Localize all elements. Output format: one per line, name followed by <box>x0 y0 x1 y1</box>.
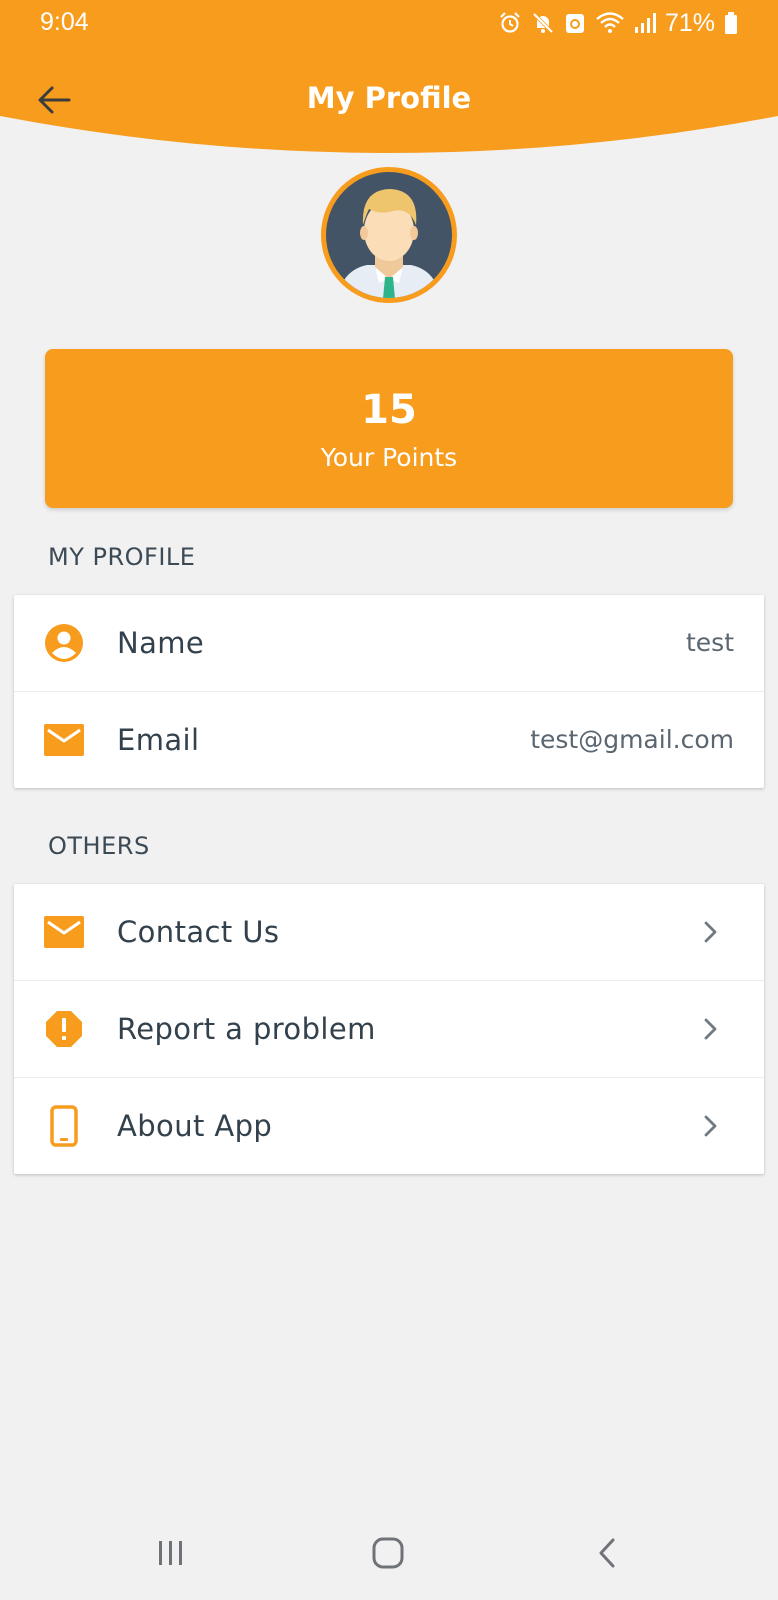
row-label: Name <box>117 626 205 660</box>
row-label: About App <box>117 1109 273 1143</box>
status-icons: 71% <box>498 8 738 38</box>
chevron-right-icon <box>704 1115 717 1137</box>
others-row-report-problem[interactable]: Report a problem <box>14 981 764 1078</box>
recent-apps-icon <box>159 1541 182 1565</box>
profile-row-email[interactable]: Email test@gmail.com <box>14 692 764 788</box>
points-value: 15 <box>361 387 417 433</box>
home-button[interactable] <box>358 1528 418 1578</box>
page-title: My Profile <box>306 81 472 115</box>
points-label: Your Points <box>320 443 458 472</box>
mail-icon <box>44 912 84 952</box>
recent-apps-button[interactable] <box>141 1528 201 1578</box>
row-label: Email <box>117 723 200 757</box>
row-label: Report a problem <box>117 1012 376 1046</box>
battery-icon <box>725 12 737 34</box>
profile-row-name[interactable]: Name test <box>14 595 764 692</box>
status-bar: 9:04 71% <box>0 0 778 50</box>
battery-percent: 71% <box>664 8 715 37</box>
phone-icon <box>44 1105 84 1147</box>
navigation-bar <box>0 1500 778 1600</box>
row-value: test <box>685 628 734 657</box>
section-title-others: OTHERS <box>48 832 150 860</box>
points-card: 15 Your Points <box>45 349 733 508</box>
alert-octagon-icon <box>44 1009 84 1049</box>
others-card: Contact Us Report a problem About App <box>14 884 764 1174</box>
avatar <box>321 167 457 303</box>
alarm-icon <box>500 12 520 33</box>
others-row-about-app[interactable]: About App <box>14 1078 764 1174</box>
profile-card: Name test Email test@gmail.com <box>14 595 764 788</box>
data-saver-icon <box>565 14 584 33</box>
mail-icon <box>44 720 84 760</box>
wifi-icon <box>596 12 624 33</box>
chevron-right-icon <box>704 1018 717 1040</box>
section-title-my-profile: MY PROFILE <box>48 543 196 571</box>
home-icon <box>372 1537 404 1569</box>
chevron-right-icon <box>704 921 717 943</box>
status-time: 9:04 <box>40 8 89 36</box>
row-value: test@gmail.com <box>530 725 734 754</box>
back-icon <box>599 1538 615 1568</box>
others-row-contact-us[interactable]: Contact Us <box>14 884 764 981</box>
signal-icon <box>634 13 656 33</box>
person-icon <box>44 623 84 663</box>
mute-icon <box>532 12 554 34</box>
nav-back-button[interactable] <box>577 1528 637 1578</box>
row-label: Contact Us <box>117 915 280 949</box>
